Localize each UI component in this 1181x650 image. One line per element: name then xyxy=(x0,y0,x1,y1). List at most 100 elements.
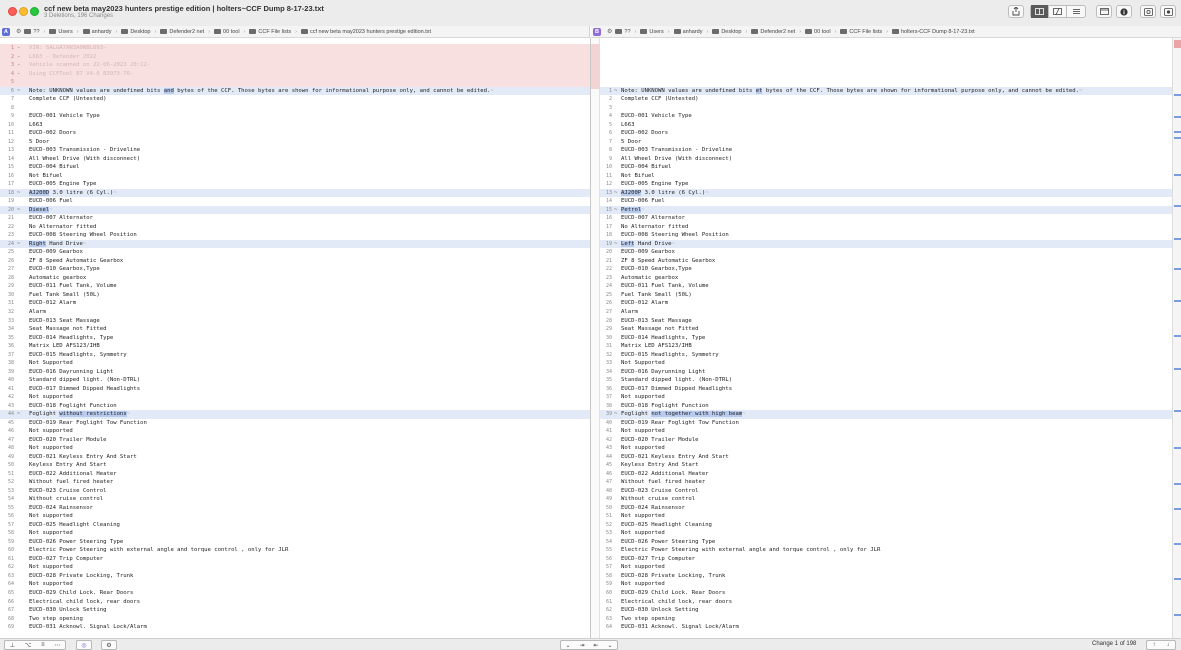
changed-line[interactable]: 18 ~ AJ200D 3.0 litre (6 Cyl.)~ xyxy=(0,188,590,198)
diff-line[interactable]: 28 EUCD-013 Seat Massage xyxy=(600,317,1172,326)
changed-line[interactable]: 13 ~ AJ200P 3.0 litre (6 Cyl.)~ xyxy=(600,188,1172,198)
breadcrumb-item[interactable]: ?? › xyxy=(24,29,45,35)
diff-line[interactable]: 29 Seat Massage not Fitted xyxy=(600,325,1172,334)
diff-line[interactable]: 63 Two step opening xyxy=(600,615,1172,624)
diff-line[interactable]: 68 Two step opening xyxy=(0,615,590,624)
diff-line[interactable]: 4 EUCD-001 Vehicle Type xyxy=(600,112,1172,121)
diff-line[interactable]: 33 EUCD-013 Seat Massage xyxy=(0,317,590,326)
changed-line[interactable]: 6 ~ Note: UNKNOWN values are undefined bit… xyxy=(0,86,590,96)
diff-line[interactable]: 67 EUCD-030 Unlock Setting xyxy=(0,606,590,615)
diff-line[interactable]: 30 EUCD-014 Headlights, Type xyxy=(600,334,1172,343)
changed-line[interactable]: 15 ~ Petrol~ xyxy=(600,205,1172,215)
diff-line[interactable]: 36 Matrix LED AFS123/IHB xyxy=(0,342,590,351)
close-window-button[interactable] xyxy=(8,7,17,16)
breadcrumb-item[interactable]: CCF File lists › xyxy=(249,29,297,35)
diff-line[interactable]: 26 ZF 8 Speed Automatic Gearbox xyxy=(0,257,590,266)
breadcrumb-item[interactable]: anhardy › xyxy=(673,29,708,35)
diff-line[interactable]: 15 EUCD-004 Bifuel xyxy=(0,163,590,172)
diff-line[interactable]: 43 EUCD-018 Foglight Function xyxy=(0,402,590,411)
chevron-down-icon[interactable]: ⌄ xyxy=(607,642,612,649)
unified-layout-button[interactable] xyxy=(1067,5,1085,18)
breadcrumb-item[interactable]: Desktop › xyxy=(712,29,747,35)
diff-line[interactable]: 37 Not supported xyxy=(600,393,1172,402)
deleted-line[interactable]: 2- L663 - Defender 2022 xyxy=(0,52,590,62)
breadcrumb-item[interactable]: 00 tool › xyxy=(214,29,245,35)
diff-line[interactable]: 49 EUCD-021 Keyless Entry And Start xyxy=(0,453,590,462)
diff-line[interactable]: 25 EUCD-009 Gearbox xyxy=(0,248,590,257)
diff-line[interactable]: 9 EUCD-001 Vehicle Type xyxy=(0,112,590,121)
diff-line[interactable]: 51 Not supported xyxy=(600,512,1172,521)
diff-line[interactable]: 3 xyxy=(600,104,1172,113)
diff-line[interactable]: 46 Not supported xyxy=(0,427,590,436)
changed-line[interactable]: 19 ~ Left Hand Drive~ xyxy=(600,239,1172,249)
diff-line[interactable]: 2 Complete CCF (Untested) xyxy=(600,95,1172,104)
diff-line[interactable]: 66 Electrical child lock, rear doors xyxy=(0,598,590,607)
diff-line[interactable]: 54 EUCD-026 Power Steering Type xyxy=(600,538,1172,547)
diff-line[interactable]: 53 Not supported xyxy=(600,529,1172,538)
merge-left-icon[interactable]: ⇥ xyxy=(579,642,584,649)
diff-line[interactable] xyxy=(600,53,1172,62)
diff-line[interactable]: 40 Standard dipped light. (Non-DTRL) xyxy=(0,376,590,385)
ignore-case-icon[interactable]: ⌥ xyxy=(25,642,32,649)
diff-line[interactable]: 33 Not Supported xyxy=(600,359,1172,368)
diff-line[interactable]: 54 Without cruise control xyxy=(0,495,590,504)
diff-line[interactable]: 60 EUCD-029 Child Lock. Rear Doors xyxy=(600,589,1172,598)
diff-line[interactable]: 57 Not supported xyxy=(600,563,1172,572)
diff-line[interactable]: 47 EUCD-020 Trailer Module xyxy=(0,436,590,445)
diff-line[interactable]: 14 All Wheel Drive (With disconnect) xyxy=(0,155,590,164)
filter-icon[interactable]: ⊥ xyxy=(10,642,15,649)
diff-line[interactable]: 57 EUCD-025 Headlight Cleaning xyxy=(0,521,590,530)
split-layout-button[interactable] xyxy=(1049,5,1067,18)
diff-line[interactable]: 62 Not supported xyxy=(0,563,590,572)
diff-line[interactable] xyxy=(600,61,1172,70)
breadcrumb-item[interactable]: 00 tool › xyxy=(805,29,836,35)
diff-line[interactable]: 9 All Wheel Drive (With disconnect) xyxy=(600,155,1172,164)
diff-line[interactable]: 65 EUCD-029 Child Lock. Rear Doors xyxy=(0,589,590,598)
diff-line[interactable]: 60 Electric Power Steering with external … xyxy=(0,546,590,555)
list-icon[interactable]: ≡ xyxy=(41,642,45,648)
breadcrumb-item[interactable]: ?? › xyxy=(615,29,636,35)
diff-line[interactable]: 36 EUCD-017 Dimmed Dipped Headlights xyxy=(600,385,1172,394)
pane-divider[interactable] xyxy=(590,38,600,638)
diff-line[interactable]: 32 Alarm xyxy=(0,308,590,317)
diff-line[interactable]: 8 EUCD-003 Transmission - Driveline xyxy=(600,146,1172,155)
next-change-icon[interactable]: ↓ xyxy=(1167,642,1170,648)
diff-line[interactable]: 17 No Alternator fitted xyxy=(600,223,1172,232)
diff-line[interactable]: 27 EUCD-010 Gearbox,Type xyxy=(0,265,590,274)
diff-line[interactable]: 10 EUCD-004 Bifuel xyxy=(600,163,1172,172)
chevron-down-icon[interactable]: ⌄ xyxy=(565,642,570,649)
diff-line[interactable]: 35 Standard dipped light. (Non-DTRL) xyxy=(600,376,1172,385)
change-stepper[interactable]: ↑ ↓ xyxy=(1146,640,1176,650)
diff-line[interactable]: 64 Not supported xyxy=(0,580,590,589)
two-column-layout-button[interactable] xyxy=(1031,5,1049,18)
diff-line[interactable]: 7 Complete CCF (Untested) xyxy=(0,95,590,104)
diff-line[interactable]: 41 Not supported xyxy=(600,427,1172,436)
diff-line[interactable] xyxy=(600,78,1172,87)
diff-line[interactable]: 51 EUCD-022 Additional Heater xyxy=(0,470,590,479)
left-diff-pane[interactable]: 1- VIN: SALGA7AN3A0NBL693- 2- L663 - Defend… xyxy=(0,44,590,638)
breadcrumb-item[interactable]: Desktop › xyxy=(121,29,156,35)
diff-line[interactable]: 48 EUCD-023 Cruise Control xyxy=(600,487,1172,496)
diff-line[interactable]: 59 Not supported xyxy=(600,580,1172,589)
breadcrumb-item[interactable]: ccf new beta may2023 hunters prestige ed… xyxy=(300,29,431,35)
diff-line[interactable]: 34 EUCD-016 Dayrunning Light xyxy=(600,368,1172,377)
changed-line[interactable]: 1 ~ Note: UNKNOWN values are undefined bit… xyxy=(600,86,1172,96)
options-button[interactable]: ⚙ xyxy=(101,640,117,650)
diff-line[interactable]: 38 Not Supported xyxy=(0,359,590,368)
diff-line[interactable]: 55 EUCD-024 Rainsensor xyxy=(0,504,590,513)
breadcrumb-item[interactable]: Defender2 net › xyxy=(160,29,210,35)
diff-line[interactable]: 23 EUCD-008 Steering Wheel Position xyxy=(0,231,590,240)
diff-line[interactable]: 64 EUCD-031 Acknowl. Signal Lock/Alarm xyxy=(600,623,1172,632)
share-button[interactable] xyxy=(1008,5,1024,18)
diff-line[interactable]: 62 EUCD-030 Unlock Setting xyxy=(600,606,1172,615)
diff-line[interactable]: 63 EUCD-028 Private Locking, Trunk xyxy=(0,572,590,581)
changed-line[interactable]: 20 ~ Diesel~ xyxy=(0,205,590,215)
breadcrumb-item[interactable]: CCF File lists › xyxy=(840,29,888,35)
diff-line[interactable]: 22 No Alternator fitted xyxy=(0,223,590,232)
diff-line[interactable]: 30 Fuel Tank Small (50L) xyxy=(0,291,590,300)
diff-line[interactable]: 45 Keyless Entry And Start xyxy=(600,461,1172,470)
diff-line[interactable]: 31 Matrix LED AFS123/IHB xyxy=(600,342,1172,351)
diff-line[interactable]: 37 EUCD-015 Headlights, Symmetry xyxy=(0,351,590,360)
diff-line[interactable]: 10 L663 xyxy=(0,121,590,130)
diff-line[interactable]: 11 Not Bifuel xyxy=(600,172,1172,181)
